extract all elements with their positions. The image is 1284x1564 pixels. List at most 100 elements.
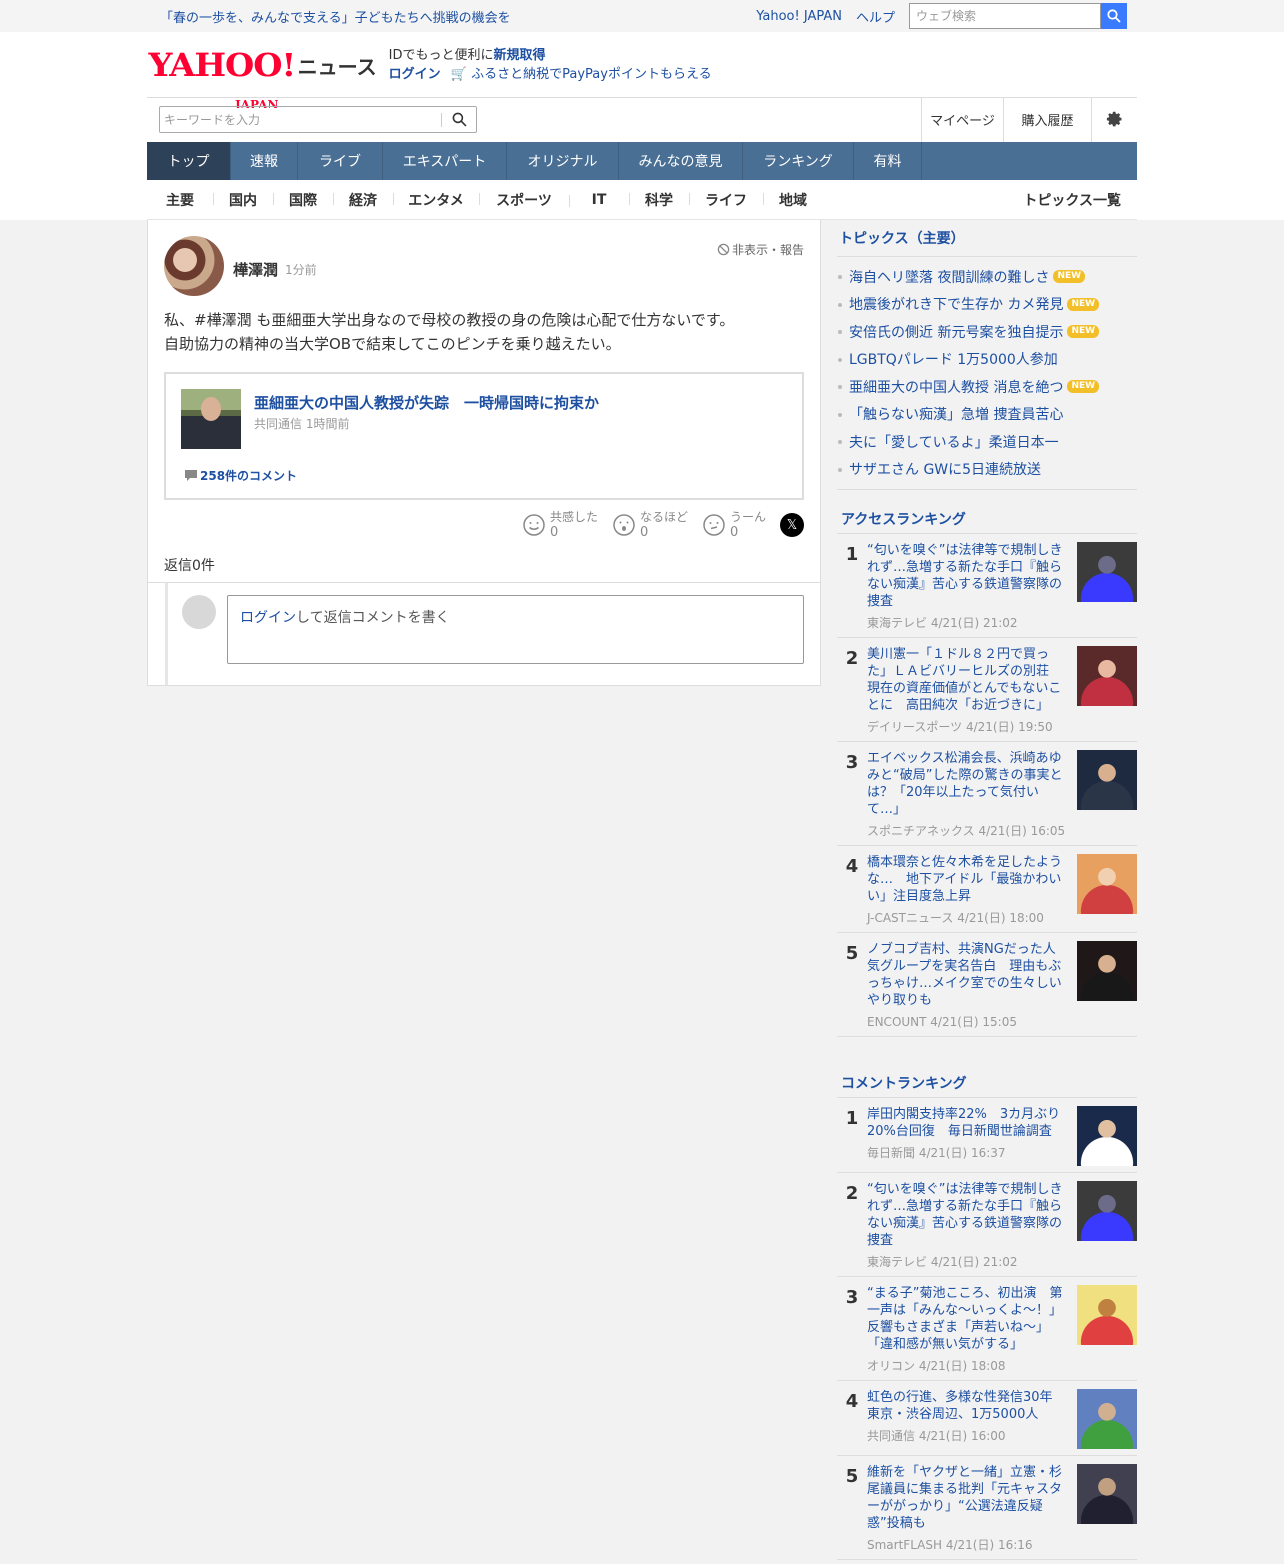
signup-link[interactable]: 新規取得: [494, 48, 546, 63]
ranking-headline[interactable]: ノブコブ吉村、共演NGだった人気グループを実名告白 理由もぶっちゃけ…メイク室で…: [867, 941, 1067, 1009]
keyword-search-button[interactable]: [442, 112, 476, 127]
ranking-headline[interactable]: エイベックス松浦会長、浜崎あゆみと“破局”した際の驚きの事実とは？「20年以上た…: [867, 750, 1067, 818]
ranking-headline[interactable]: 岸田内閣支持率22% 3カ月ぶり20%台回復 毎日新聞世論調査: [867, 1106, 1067, 1140]
category-science[interactable]: 科学: [629, 190, 689, 210]
reactions: 共感した 0 なるほど 0 うーん 0 𝕏: [522, 510, 804, 540]
topic-item[interactable]: LGBTQパレード 1万5000人参加: [837, 346, 1137, 374]
topic-text: 夫に「愛しているよ」柔道日本一: [849, 434, 1059, 451]
article-comments-count: 258件のコメント: [200, 469, 298, 483]
avatar[interactable]: [164, 236, 224, 296]
ranking-thumbnail: [1077, 1285, 1137, 1345]
linked-article[interactable]: 亜細亜大の中国人教授が失踪 一時帰国時に拘束か 共同通信 1時間前 258件のコ…: [164, 372, 804, 500]
login-link[interactable]: ログイン: [389, 67, 441, 82]
topic-item[interactable]: 「触らない痴漢」急増 捜査員苦心: [837, 401, 1137, 429]
category-sports[interactable]: スポーツ: [479, 190, 569, 210]
ranking-meta: ENCOUNT 4/21(日) 15:05: [867, 1015, 1017, 1029]
tab-original[interactable]: オリジナル: [507, 142, 619, 180]
ranking-body: エイベックス松浦会長、浜崎あゆみと“破局”した際の驚きの事実とは？「20年以上た…: [867, 750, 1067, 839]
category-main[interactable]: 主要: [147, 190, 213, 210]
logo-yahoo: YAHOO!: [148, 45, 297, 84]
ranking-item[interactable]: 2 “匂いを嗅ぐ”は法律等で規制しきれず…急増する新たな手口『触らない痴漢』苦心す…: [837, 1173, 1137, 1277]
ranking-item[interactable]: 4 橋本環奈と佐々木希を足したような… 地下アイドル「最強かわいい」注目度急上昇 J…: [837, 846, 1137, 933]
help-link[interactable]: ヘルプ: [856, 7, 895, 26]
ranking-item[interactable]: 1 “匂いを嗅ぐ”は法律等で規制しきれず…急増する新たな手口『触らない痴漢』苦心す…: [837, 534, 1137, 638]
settings-button[interactable]: [1091, 97, 1137, 142]
mypage-link[interactable]: マイページ: [921, 97, 1003, 142]
article-thumbnail: [181, 389, 241, 449]
reply-input[interactable]: ログインして返信コメントを書く: [227, 595, 804, 664]
report-button[interactable]: 非表示・報告: [717, 241, 804, 258]
tab-ranking[interactable]: ランキング: [743, 142, 854, 180]
article-comments-link[interactable]: 258件のコメント: [184, 467, 297, 484]
ranking-body: 橋本環奈と佐々木希を足したような… 地下アイドル「最強かわいい」注目度急上昇 J-…: [867, 854, 1067, 926]
topic-item[interactable]: サザエさん GWに5日連続放送: [837, 456, 1137, 484]
author-name[interactable]: 樺澤潤: [233, 259, 278, 280]
category-entertainment[interactable]: エンタメ: [393, 190, 479, 210]
x-share-button[interactable]: 𝕏: [780, 513, 804, 537]
ranking-number: 2: [845, 1183, 859, 1204]
web-search-button[interactable]: [1101, 3, 1127, 29]
tab-opinion[interactable]: みんなの意見: [619, 142, 743, 180]
topics-list-link[interactable]: トピックス一覧: [1023, 190, 1121, 210]
topics-title[interactable]: トピックス（主要）: [837, 220, 1137, 257]
ranking-headline[interactable]: “匂いを嗅ぐ”は法律等で規制しきれず…急増する新たな手口『触らない痴漢』苦心する…: [867, 542, 1067, 610]
tab-paid[interactable]: 有料: [854, 142, 922, 180]
ranking-item[interactable]: 1 岸田内閣支持率22% 3カ月ぶり20%台回復 毎日新聞世論調査 毎日新聞 4/2…: [837, 1098, 1137, 1173]
ranking-headline[interactable]: 美川憲一「１ドル８２円で買った」ＬＡビバリーヒルズの別荘 現在の資産価値がとんで…: [867, 646, 1067, 714]
category-it[interactable]: IT: [569, 192, 629, 208]
top-bar: 「春の一歩を、みんなで支える」子どもたちへ挑戦の機会を Yahoo! JAPAN…: [0, 0, 1284, 32]
comment-ranking-title[interactable]: コメントランキング: [837, 1068, 1137, 1098]
ranking-number: 3: [845, 1287, 859, 1308]
ranking-item[interactable]: 5 維新を「ヤクザと一緒」立憲・杉尾議員に集まる批判「元キャスターががっかり」“公…: [837, 1456, 1137, 1560]
new-badge: NEW: [1067, 325, 1100, 339]
topic-text: 海自ヘリ墜落 夜間訓練の難しさ: [849, 269, 1050, 286]
reply-login-link[interactable]: ログイン: [240, 610, 296, 626]
ranking-meta: SmartFLASH 4/21(日) 16:16: [867, 1538, 1033, 1552]
topic-item[interactable]: 海自ヘリ墜落 夜間訓練の難しさ NEW: [837, 263, 1137, 291]
ranking-headline[interactable]: 橋本環奈と佐々木希を足したような… 地下アイドル「最強かわいい」注目度急上昇: [867, 854, 1067, 905]
category-nav: 主要 国内 国際 経済 エンタメ スポーツ IT 科学 ライフ 地域 トピックス…: [147, 180, 1137, 220]
category-world[interactable]: 国際: [273, 190, 333, 210]
topic-text: 亜細亜大の中国人教授 消息を絶つ: [849, 379, 1064, 396]
category-local[interactable]: 地域: [763, 190, 823, 210]
topic-item[interactable]: 安倍氏の側近 新元号案を独自提示 NEW: [837, 318, 1137, 346]
ranking-number: 4: [845, 856, 859, 877]
furusato-link[interactable]: ふるさと納税でPayPayポイントもらえる: [471, 67, 711, 82]
ranking-item[interactable]: 4 虹色の行進、多様な性発信30年 東京・渋谷周辺、1万5000人 共同通信 4/2…: [837, 1381, 1137, 1456]
topic-item[interactable]: 亜細亜大の中国人教授 消息を絶つ NEW: [837, 373, 1137, 401]
ranking-item[interactable]: 3 エイベックス松浦会長、浜崎あゆみと“破局”した際の驚きの事実とは？「20年以上…: [837, 742, 1137, 846]
ranking-headline[interactable]: 虹色の行進、多様な性発信30年 東京・渋谷周辺、1万5000人: [867, 1389, 1067, 1423]
comment-ranking-list: 1 岸田内閣支持率22% 3カ月ぶり20%台回復 毎日新聞世論調査 毎日新聞 4/2…: [837, 1098, 1137, 1560]
topic-item[interactable]: 夫に「愛しているよ」柔道日本一: [837, 428, 1137, 456]
ranking-item[interactable]: 5 ノブコブ吉村、共演NGだった人気グループを実名告白 理由もぶっちゃけ…メイク室…: [837, 933, 1137, 1037]
keyword-input[interactable]: [160, 107, 441, 132]
ban-icon: [717, 243, 730, 256]
category-economy[interactable]: 経済: [333, 190, 393, 210]
ranking-item[interactable]: 2 美川憲一「１ドル８２円で買った」ＬＡビバリーヒルズの別荘 現在の資産価値がとん…: [837, 638, 1137, 742]
tab-breaking[interactable]: 速報: [231, 142, 298, 180]
topic-item[interactable]: 地震後がれき下で生存か カメ発見 NEW: [837, 291, 1137, 319]
ranking-headline[interactable]: “まる子”菊池こころ、初出演 第一声は「みんな〜いっくよ〜！」反響もさまざま「声…: [867, 1285, 1067, 1353]
web-search-input[interactable]: [909, 3, 1101, 29]
smile-icon: [523, 514, 545, 536]
promo-link[interactable]: 「春の一歩を、みんなで支える」子どもたちへ挑戦の機会を: [160, 7, 511, 26]
category-domestic[interactable]: 国内: [213, 190, 273, 210]
article-title[interactable]: 亜細亜大の中国人教授が失踪 一時帰国時に拘束か: [254, 392, 599, 413]
reaction-empathy[interactable]: 共感した 0: [522, 510, 598, 540]
yahoo-japan-link[interactable]: Yahoo! JAPAN: [756, 9, 842, 24]
tab-top[interactable]: トップ: [147, 142, 231, 180]
history-link[interactable]: 購入履歴: [1003, 97, 1091, 142]
x-icon: 𝕏: [786, 517, 798, 533]
tab-live[interactable]: ライブ: [298, 142, 383, 180]
reaction-insight[interactable]: なるほど 0: [612, 510, 688, 540]
tab-expert[interactable]: エキスパート: [383, 142, 507, 180]
reaction-hmm[interactable]: うーん 0: [702, 510, 766, 540]
category-life[interactable]: ライフ: [689, 190, 763, 210]
ranking-thumbnail: [1077, 1464, 1137, 1524]
ranking-headline[interactable]: 維新を「ヤクザと一緒」立憲・杉尾議員に集まる批判「元キャスターががっかり」“公選…: [867, 1464, 1067, 1532]
ranking-item[interactable]: 3 “まる子”菊池こころ、初出演 第一声は「みんな〜いっくよ〜！」反響もさまざま「…: [837, 1277, 1137, 1381]
yahoo-news-logo[interactable]: YAHOO! JAPAN ニュース: [148, 45, 377, 113]
ranking-body: “匂いを嗅ぐ”は法律等で規制しきれず…急増する新たな手口『触らない痴漢』苦心する…: [867, 1181, 1067, 1270]
access-ranking-title[interactable]: アクセスランキング: [837, 504, 1137, 534]
ranking-headline[interactable]: “匂いを嗅ぐ”は法律等で規制しきれず…急増する新たな手口『触らない痴漢』苦心する…: [867, 1181, 1067, 1249]
